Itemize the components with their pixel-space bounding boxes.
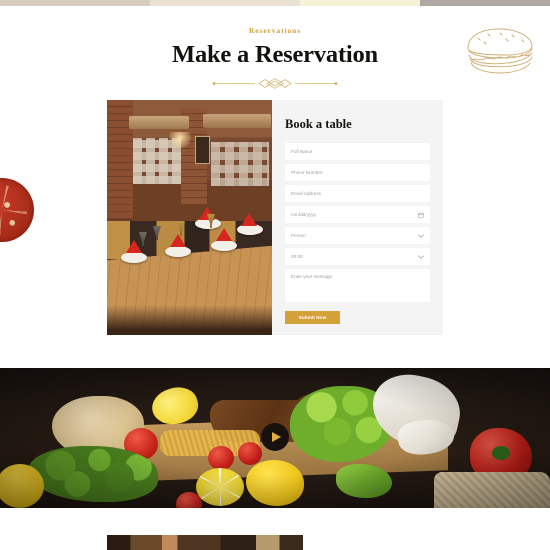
message-textarea[interactable]: Enter your message	[285, 269, 430, 302]
chevron-down-icon[interactable]	[418, 234, 424, 238]
person-select-value: Person	[291, 233, 306, 238]
restaurant-interior-photo	[107, 100, 272, 335]
phone-number-field[interactable]: Phone Number	[285, 164, 430, 181]
email-address-placeholder: Email Address	[291, 191, 322, 196]
chevron-down-icon[interactable]	[418, 255, 424, 259]
play-video-button[interactable]	[261, 423, 289, 451]
ornamental-divider-icon	[212, 78, 338, 89]
reservation-page: Reservations Make a Reservation Book a t…	[0, 0, 550, 550]
person-select[interactable]: Person	[285, 227, 430, 244]
time-select-value: 00:00	[291, 254, 303, 259]
full-name-placeholder: Full Name	[291, 149, 313, 154]
top-nav-strip	[0, 0, 550, 6]
reservation-block: Book a table Full Name Phone Number Emai…	[107, 100, 443, 335]
bottom-partial-image	[107, 535, 303, 550]
calendar-icon[interactable]	[418, 211, 424, 218]
burger-line-art-icon	[467, 28, 533, 74]
tomato-slice-decoration	[0, 178, 34, 242]
date-placeholder: mm/dd/yyyy	[291, 212, 317, 217]
play-icon	[271, 432, 281, 442]
booking-form-panel: Book a table Full Name Phone Number Emai…	[272, 100, 443, 335]
phone-number-placeholder: Phone Number	[291, 170, 323, 175]
email-address-field[interactable]: Email Address	[285, 185, 430, 202]
full-name-field[interactable]: Full Name	[285, 143, 430, 160]
submit-now-button[interactable]: Submit Now	[285, 311, 340, 324]
time-select[interactable]: 00:00	[285, 248, 430, 265]
message-placeholder: Enter your message	[291, 274, 333, 279]
form-title: Book a table	[285, 117, 352, 131]
date-field[interactable]: mm/dd/yyyy	[285, 206, 430, 223]
